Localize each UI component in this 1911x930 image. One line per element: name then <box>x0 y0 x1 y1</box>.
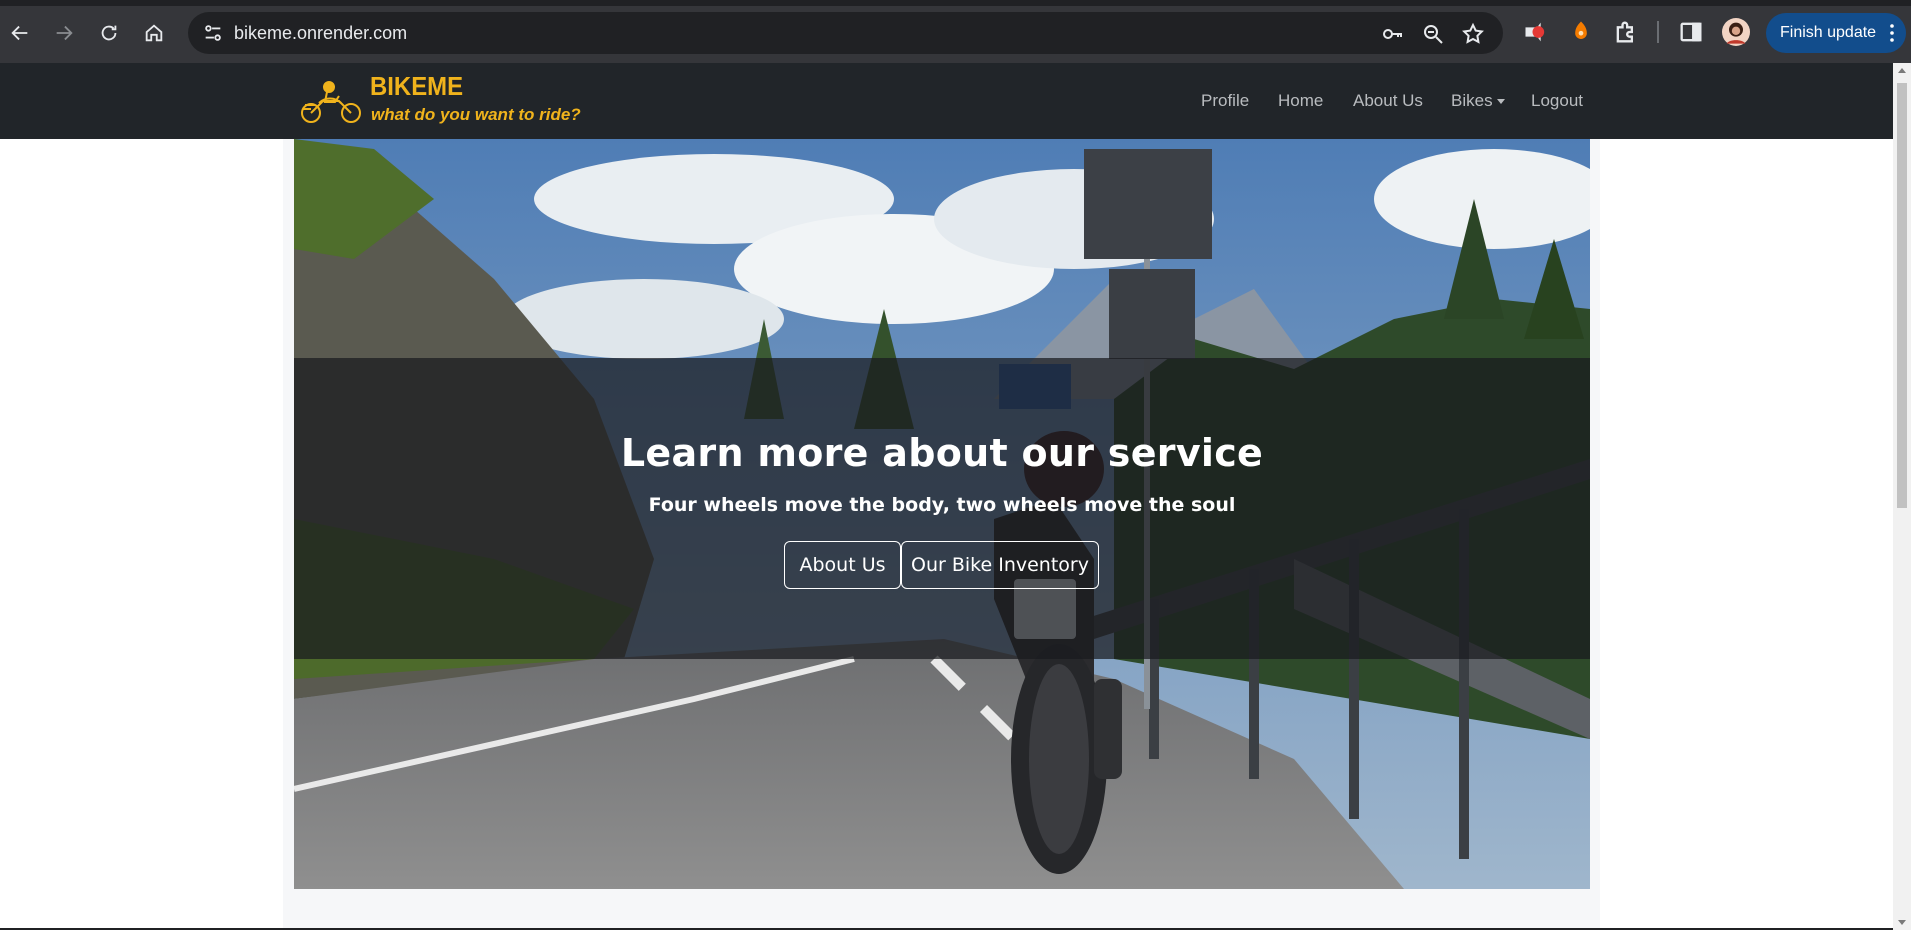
more-menu-icon <box>1890 24 1894 42</box>
hero-section: Learn more about our service Four wheels… <box>294 139 1590 889</box>
brand-name[interactable]: BIKEME <box>370 71 463 102</box>
address-bar[interactable]: bikeme.onrender.com <box>188 12 1503 54</box>
home-icon[interactable] <box>139 18 169 48</box>
scroll-up-icon[interactable] <box>1898 68 1906 73</box>
site-navbar: BIKEME what do you want to ride? Profile… <box>0 63 1893 139</box>
bike-inventory-button[interactable]: Our Bike Inventory <box>901 541 1099 589</box>
url-text[interactable]: bikeme.onrender.com <box>234 22 407 44</box>
extension-orange-icon[interactable] <box>1567 18 1595 46</box>
extension-red-icon[interactable] <box>1522 18 1550 46</box>
about-us-button[interactable]: About Us <box>784 541 901 589</box>
page-scrollbar[interactable] <box>1893 63 1911 930</box>
scroll-thumb[interactable] <box>1897 83 1907 508</box>
nav-bikes-label: Bikes <box>1451 91 1493 110</box>
hero-title: Learn more about our service <box>620 431 1264 475</box>
reload-icon[interactable] <box>94 18 124 48</box>
nav-about-us-label: About Us <box>1353 91 1423 110</box>
site-info-icon[interactable] <box>202 22 224 44</box>
extensions-puzzle-icon[interactable] <box>1612 18 1640 46</box>
scroll-down-icon[interactable] <box>1898 920 1906 925</box>
nav-logout[interactable]: Logout <box>1531 90 1583 112</box>
forward-icon[interactable] <box>49 18 79 48</box>
nav-profile[interactable]: Profile <box>1201 90 1249 112</box>
tab-strip-edge <box>0 0 1911 6</box>
password-key-icon[interactable] <box>1381 22 1405 46</box>
bookmark-star-icon[interactable] <box>1461 22 1485 46</box>
profile-avatar-icon[interactable] <box>1722 18 1750 46</box>
zoom-icon[interactable] <box>1421 22 1445 46</box>
nav-about-us[interactable]: About Us <box>1353 90 1423 112</box>
browser-toolbar: bikeme.onrender.com Finish update <box>0 0 1911 63</box>
side-panel-icon[interactable] <box>1677 18 1705 46</box>
nav-home[interactable]: Home <box>1278 90 1323 112</box>
motorbike-logo-icon[interactable] <box>299 77 363 125</box>
brand-tagline: what do you want to ride? <box>371 105 581 124</box>
toolbar-divider <box>1657 21 1659 43</box>
caret-down-icon <box>1496 99 1505 105</box>
hero-subtitle: Four wheels move the body, two wheels mo… <box>648 494 1236 516</box>
back-icon[interactable] <box>5 18 35 48</box>
nav-bikes-dropdown[interactable]: Bikes <box>1451 90 1505 112</box>
finish-update-label: Finish update <box>1780 24 1877 41</box>
finish-update-button[interactable]: Finish update <box>1766 13 1906 53</box>
